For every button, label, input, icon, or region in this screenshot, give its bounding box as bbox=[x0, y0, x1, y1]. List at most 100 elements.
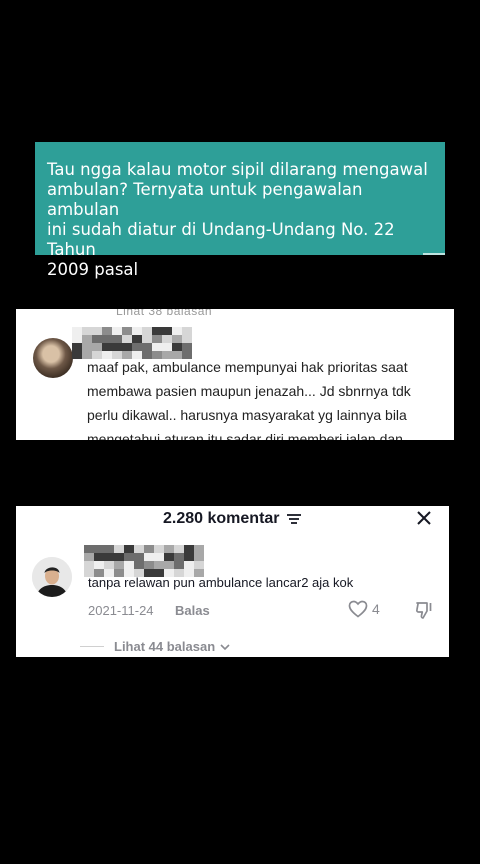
comment-text: tanpa relawan pun ambulance lancar2 aja … bbox=[88, 575, 354, 590]
pixel-block bbox=[124, 561, 134, 569]
pixel-block bbox=[132, 327, 142, 335]
pixel-block bbox=[114, 553, 124, 561]
pixel-block bbox=[182, 343, 192, 351]
comment-line: perlu dikawal.. harusnya masyarakat yg l… bbox=[87, 407, 407, 423]
pixel-block bbox=[164, 553, 174, 561]
close-icon[interactable] bbox=[415, 509, 433, 527]
pixel-block bbox=[84, 561, 94, 569]
pixel-block bbox=[182, 327, 192, 335]
comments-header: 2.280 komentar bbox=[16, 510, 449, 528]
dislike-icon[interactable] bbox=[414, 600, 434, 620]
pixel-block bbox=[94, 553, 104, 561]
pixel-block bbox=[132, 343, 142, 351]
comments-panel: 2.280 komentar tanpa relawan pun ambulan… bbox=[16, 506, 449, 657]
pixel-block bbox=[194, 553, 204, 561]
pixel-block bbox=[112, 335, 122, 343]
pixel-block bbox=[142, 343, 152, 351]
pixel-block bbox=[132, 335, 142, 343]
pixel-block bbox=[134, 561, 144, 569]
view-replies-label: Lihat 44 balasan bbox=[114, 639, 216, 654]
comment-line: maaf pak, ambulance mempunyai hak priori… bbox=[87, 359, 408, 375]
reply-button[interactable]: Balas bbox=[175, 603, 210, 618]
pixel-block bbox=[94, 561, 104, 569]
caption-line: Tau ngga kalau motor sipil dilarang meng… bbox=[47, 160, 428, 179]
pixel-block bbox=[92, 343, 102, 351]
comment-line: membawa pasien maupun jenazah... Jd sbnr… bbox=[87, 383, 411, 399]
view-replies-button[interactable]: Lihat 44 balasan bbox=[80, 639, 232, 654]
pixel-block bbox=[164, 561, 174, 569]
pixel-block bbox=[84, 553, 94, 561]
pixel-block bbox=[104, 561, 114, 569]
pixel-block bbox=[152, 343, 162, 351]
avatar[interactable] bbox=[32, 557, 72, 597]
pixel-block bbox=[162, 343, 172, 351]
pixel-block bbox=[174, 561, 184, 569]
cut-off-header: Lihat 38 balasan bbox=[116, 309, 213, 318]
pixel-block bbox=[134, 553, 144, 561]
pixel-block bbox=[184, 545, 194, 553]
pixel-block bbox=[84, 545, 94, 553]
heart-icon bbox=[348, 600, 368, 618]
banner-edge bbox=[423, 253, 445, 255]
pixel-block bbox=[114, 545, 124, 553]
pixel-block bbox=[184, 553, 194, 561]
avatar[interactable] bbox=[33, 338, 73, 378]
pixel-block bbox=[172, 327, 182, 335]
pixel-block bbox=[194, 545, 204, 553]
pixel-block bbox=[174, 545, 184, 553]
pixel-block bbox=[174, 553, 184, 561]
caption-line: ambulan? Ternyata untuk pengawalan ambul… bbox=[47, 180, 363, 219]
pixel-block bbox=[142, 327, 152, 335]
like-button[interactable]: 4 bbox=[348, 600, 380, 618]
caption-banner: Tau ngga kalau motor sipil dilarang meng… bbox=[35, 142, 445, 279]
pixel-block bbox=[92, 327, 102, 335]
pixel-block bbox=[102, 335, 112, 343]
comment-text: maaf pak, ambulance mempunyai hak priori… bbox=[87, 355, 447, 440]
chevron-down-icon bbox=[220, 643, 230, 650]
pixelated-username bbox=[84, 545, 204, 577]
pixel-block bbox=[184, 561, 194, 569]
pixel-block bbox=[134, 545, 144, 553]
pixel-block bbox=[182, 335, 192, 343]
pixel-block bbox=[124, 553, 134, 561]
pixel-block bbox=[154, 561, 164, 569]
pixel-block bbox=[144, 561, 154, 569]
pixel-block bbox=[172, 335, 182, 343]
pixel-block bbox=[144, 545, 154, 553]
pixel-block bbox=[112, 343, 122, 351]
pixel-block bbox=[142, 335, 152, 343]
pixel-block bbox=[72, 327, 82, 335]
comment-count: 2.280 komentar bbox=[163, 510, 280, 527]
pixel-block bbox=[94, 545, 104, 553]
pixel-block bbox=[72, 343, 82, 351]
pixel-block bbox=[122, 343, 132, 351]
pixel-block bbox=[104, 545, 114, 553]
pixel-block bbox=[162, 335, 172, 343]
pixel-block bbox=[124, 545, 134, 553]
pixel-block bbox=[102, 343, 112, 351]
pixel-block bbox=[92, 335, 102, 343]
pixel-block bbox=[72, 351, 82, 359]
comment-date: 2021-11-24 bbox=[88, 603, 154, 618]
pixel-block bbox=[114, 561, 124, 569]
pixel-block bbox=[154, 553, 164, 561]
pixel-block bbox=[102, 327, 112, 335]
pixel-block bbox=[172, 343, 182, 351]
caption-line: ini sudah diatur di Undang-Undang No. 22… bbox=[47, 220, 395, 259]
pixel-block bbox=[112, 327, 122, 335]
comment-screenshot-1: Lihat 38 balasan maaf pak, ambulance mem… bbox=[16, 309, 454, 440]
pixel-block bbox=[154, 545, 164, 553]
pixel-block bbox=[104, 553, 114, 561]
pixel-block bbox=[194, 561, 204, 569]
pixel-block bbox=[82, 327, 92, 335]
caption-line: 2009 pasal bbox=[47, 260, 139, 279]
pixel-block bbox=[122, 327, 132, 335]
comment-line: mengetahui aturan itu sadar diri memberi… bbox=[87, 431, 403, 440]
pixel-block bbox=[72, 335, 82, 343]
like-count: 4 bbox=[372, 601, 380, 617]
pixel-block bbox=[82, 343, 92, 351]
filter-icon[interactable] bbox=[286, 513, 302, 525]
pixel-block bbox=[122, 335, 132, 343]
pixel-block bbox=[144, 553, 154, 561]
divider bbox=[80, 646, 104, 647]
